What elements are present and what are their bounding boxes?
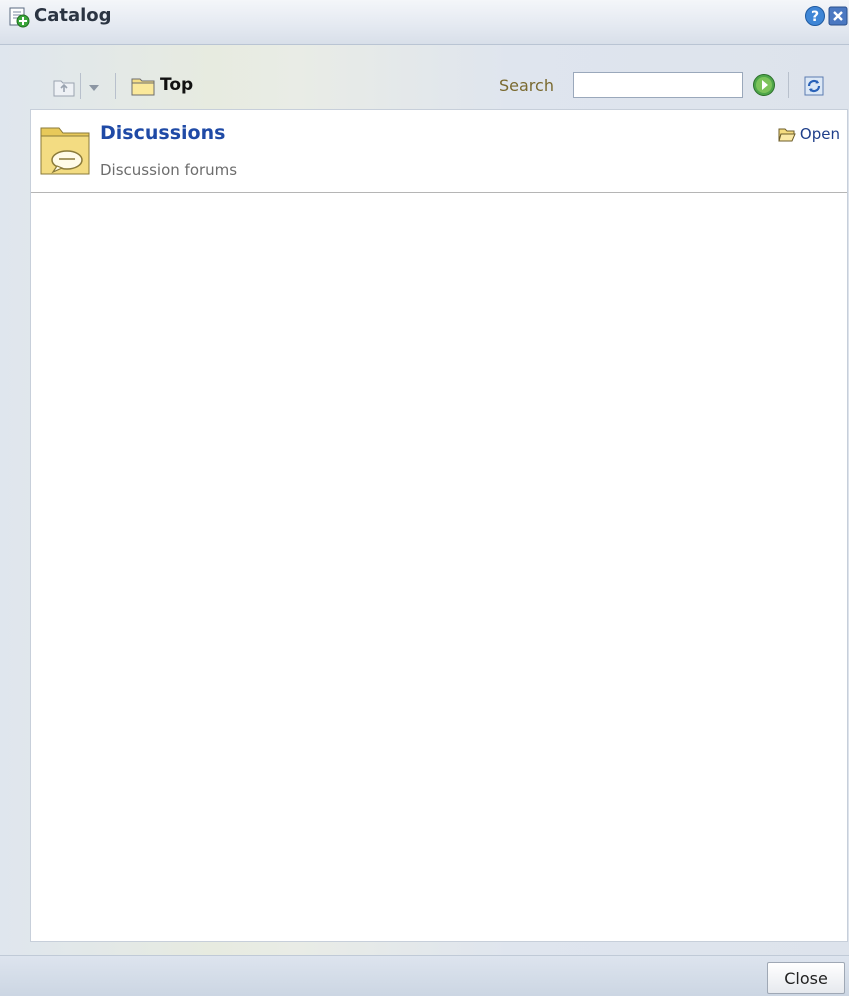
open-link[interactable]: Open <box>778 125 840 143</box>
refresh-icon[interactable] <box>800 73 828 99</box>
folder-up-icon[interactable] <box>52 76 76 98</box>
catalog-dialog: Catalog ? Top Search Discussions Discuss… <box>0 0 849 996</box>
go-arrow-icon[interactable] <box>752 73 776 97</box>
toolbar-separator <box>115 73 116 99</box>
help-icon[interactable]: ? <box>804 5 826 27</box>
dialog-title: Catalog <box>34 5 112 26</box>
open-link-label: Open <box>799 125 840 143</box>
breadcrumb-top[interactable]: Top <box>160 75 193 95</box>
folder-icon <box>131 78 155 96</box>
catalog-list: Discussions Discussion forums Open <box>30 109 848 942</box>
discussion-folder-icon <box>40 127 90 175</box>
item-description: Discussion forums <box>100 161 238 179</box>
open-folder-icon <box>778 128 796 142</box>
footer-bar <box>0 955 849 996</box>
catalog-add-icon <box>9 7 30 28</box>
search-label: Search <box>499 76 554 95</box>
search-input[interactable] <box>573 72 743 98</box>
item-title-link[interactable]: Discussions <box>100 122 225 144</box>
dropdown-arrow-icon[interactable] <box>88 83 100 93</box>
close-button[interactable]: Close <box>767 962 845 994</box>
close-x-icon[interactable] <box>828 6 848 26</box>
svg-text:?: ? <box>811 9 819 25</box>
list-item[interactable]: Discussions Discussion forums Open <box>31 110 847 193</box>
toolbar-separator <box>788 72 789 98</box>
title-bar: Catalog ? <box>0 0 849 45</box>
toolbar-separator <box>80 73 81 99</box>
